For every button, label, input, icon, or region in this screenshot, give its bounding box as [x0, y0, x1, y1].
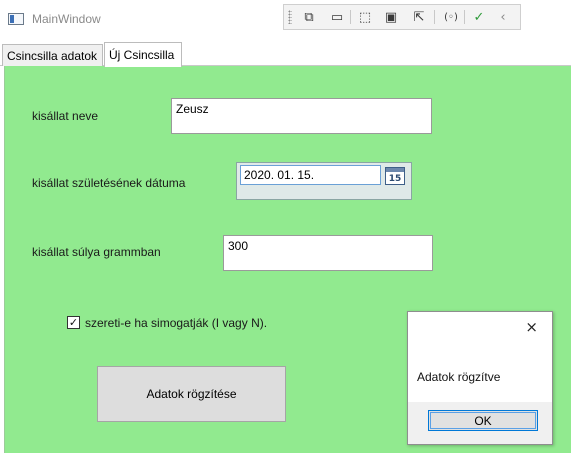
ok-button[interactable]: OK — [428, 410, 538, 431]
ok-button-label: OK — [474, 413, 492, 428]
save-data-button[interactable]: Adatok rögzítése — [97, 366, 286, 422]
weight-input[interactable]: 300 — [223, 235, 433, 271]
message-box-dialog: × Adatok rögzítve OK — [407, 311, 553, 445]
close-icon[interactable]: × — [525, 318, 538, 336]
title-bar: MainWindow ⧉ ▭ ⬚ ▣ ⇱ (◦) ✓ ‹ — [0, 0, 571, 36]
tab-label: Csincsilla adatok — [7, 48, 98, 63]
save-button-label: Adatok rögzítése — [146, 387, 237, 401]
background-window-text — [108, 0, 117, 16]
tab-csincsilla-adatok[interactable]: Csincsilla adatok — [2, 44, 103, 66]
hot-reload-icon[interactable]: ⇱ — [408, 7, 430, 27]
weight-label: kisállat súlya grammban — [32, 245, 161, 259]
toolbar-separator — [464, 10, 465, 24]
name-label: kisállat neve — [32, 109, 99, 123]
window-icon — [8, 13, 24, 25]
binding-failures-icon[interactable]: (◦) — [440, 7, 462, 27]
live-visual-tree-icon[interactable]: ▭ — [326, 7, 348, 27]
collapse-icon[interactable]: ‹ — [492, 7, 514, 27]
message-text: Adatok rögzítve — [417, 370, 501, 384]
xaml-devtools-toolbar: ⧉ ▭ ⬚ ▣ ⇱ (◦) ✓ ‹ — [283, 4, 521, 30]
birthdate-label: kisállat születésének dátuma — [32, 176, 186, 190]
tab-label: Új Csincsilla — [109, 48, 175, 62]
window-title: MainWindow — [32, 12, 101, 26]
toolbar-separator — [350, 10, 351, 24]
select-element-icon[interactable]: ⧉ — [298, 7, 320, 27]
likes-petting-checkbox[interactable]: ✓ — [67, 316, 80, 329]
toolbar-grip[interactable] — [288, 10, 292, 24]
tab-uj-csincsilla[interactable]: Új Csincsilla — [104, 42, 182, 67]
birthdate-datepicker[interactable]: 2020. 01. 15. 15 — [236, 162, 412, 200]
tab-strip: Csincsilla adatok Új Csincsilla — [0, 42, 571, 67]
calendar-icon[interactable]: 15 — [385, 167, 405, 185]
track-focus-icon[interactable]: ⬚ — [354, 7, 376, 27]
display-layout-adorners-icon[interactable]: ▣ — [380, 7, 402, 27]
toolbar-separator — [434, 10, 435, 24]
message-box-footer: OK — [408, 402, 552, 444]
name-input[interactable]: Zeusz — [171, 98, 432, 134]
check-icon[interactable]: ✓ — [468, 7, 490, 27]
birthdate-input[interactable]: 2020. 01. 15. — [240, 165, 381, 185]
checkbox-label: szereti-e ha simogatják (I vagy N). — [85, 316, 268, 330]
